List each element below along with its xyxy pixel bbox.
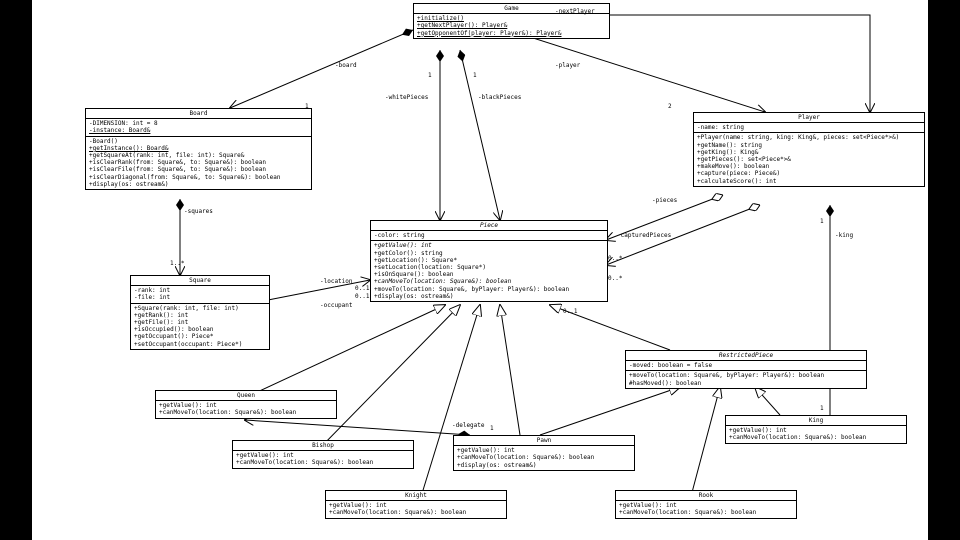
class-restrictedpiece: RestrictedPiece -moved: boolean = false … [625,350,867,389]
class-board: Board -DIMENSION: int = 8 -instance: Boa… [85,108,312,190]
class-bishop: Bishop +getValue(): int +canMoveTo(locat… [232,440,414,469]
lbl-location: -location [320,278,353,285]
lbl-delegate: -delegate [452,422,485,429]
class-pawn: Pawn +getValue(): int +canMoveTo(locatio… [453,435,635,471]
lbl-occupant: -occupant [320,302,353,309]
uml-canvas: Game +initialize() +getNextPlayer(): Pla… [0,0,960,540]
lbl-capturedpieces: -capturedPieces [617,232,671,239]
lbl-player: -player [555,62,580,69]
right-blackbar [928,0,960,540]
class-square: Square -rank: int -file: int +Square(ran… [130,275,270,350]
class-king: King +getValue(): int +canMoveTo(locatio… [725,415,907,444]
class-knight: Knight +getValue(): int +canMoveTo(locat… [325,490,507,519]
left-blackbar [0,0,32,540]
lbl-squares: -squares [184,208,213,215]
ops: +initialize() +getNextPlayer(): Player& … [414,13,609,38]
lbl-pieces: -pieces [652,197,677,204]
lbl-board: -board [335,62,357,69]
class-player: Player -name: string +Player(name: strin… [693,112,925,187]
lbl-blackpieces: -blackPieces [478,94,521,101]
lbl-whitepieces: -whitePieces [385,94,428,101]
lbl-king: -king [835,232,853,239]
class-queen: Queen +getValue(): int +canMoveTo(locati… [155,390,337,419]
class-rook: Rook +getValue(): int +canMoveTo(locatio… [615,490,797,519]
lbl-nextplayer: -nextPlayer [555,8,595,15]
class-piece: Piece -color: string +getValue(): int +g… [370,220,608,302]
